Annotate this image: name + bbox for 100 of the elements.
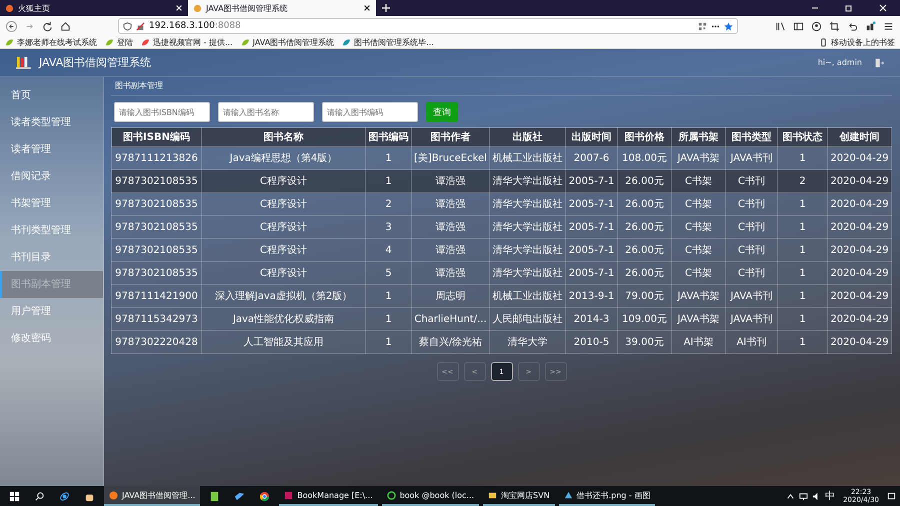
chevron-up-icon[interactable] (786, 492, 796, 500)
table-cell: 108.00元 (618, 146, 672, 170)
network-icon[interactable] (799, 492, 808, 500)
back-icon[interactable] (6, 20, 17, 32)
table-cell: 谭浩强 (412, 170, 490, 192)
table-row[interactable]: 9787302108535 C程序设计 2 谭浩强 清华大学出版社 2005-7-1 26.00元 C书架 C书刊 1 2020-04-29 (112, 192, 892, 216)
table-cell: 2020-04-29 (828, 262, 892, 284)
table-cell: C书刊 (726, 170, 778, 192)
notification-icon[interactable] (887, 492, 896, 500)
app-icon (386, 490, 396, 500)
search-field[interactable]: 请输入图书名称 (218, 102, 314, 122)
table-cell: 2005-7-1 (566, 192, 618, 216)
browser-tab[interactable]: JAVA图书借阅管理系统 (188, 0, 376, 16)
table-cell: 1 (366, 330, 412, 354)
table-cell: C书架 (672, 262, 726, 284)
table-cell: 26.00元 (618, 170, 672, 192)
table-row[interactable]: 9787115342973 Java性能优化权威指南 1 CharlieHunt/... 人民邮电出版社 2014-3 109.00元 JAVA书架 JAVA书刊 1 2020-04-29 (112, 308, 892, 330)
table-cell: C程序设计 (202, 170, 366, 192)
search-field[interactable]: 请输入图书ISBN编码 (114, 102, 210, 122)
column-header: 图书类型 (726, 128, 778, 146)
bookmark[interactable]: 李娜老师在线考试系统 (5, 36, 97, 48)
undo-icon[interactable] (847, 20, 858, 32)
table-cell: JAVA书刊 (726, 146, 778, 170)
table-cell: 26.00元 (618, 262, 672, 284)
input-method-indicator[interactable]: 中 (825, 489, 836, 503)
restore-icon[interactable] (844, 3, 854, 13)
table-cell: 清华大学 (490, 330, 566, 354)
bookmark-icon (342, 38, 352, 46)
shield-icon (123, 22, 132, 30)
extensions-icon[interactable] (865, 20, 876, 32)
table-cell: 39.00元 (618, 330, 672, 354)
table-cell: 蔡自兴/徐光祐 (412, 330, 490, 354)
taskbar-app[interactable]: 借书还书.png - 画图 (558, 486, 656, 506)
table-cell: 1 (778, 330, 828, 354)
address-bar[interactable]: 192.168.3.100:8088 (118, 18, 738, 34)
table-cell: 1 (778, 238, 828, 262)
table-cell: Java性能优化权威指南 (202, 308, 366, 330)
table-cell: 26.00元 (618, 216, 672, 238)
search-button[interactable]: 查询 (426, 102, 458, 122)
sidebar-item[interactable]: 首页 (0, 82, 103, 109)
table-cell: 9787302108535 (112, 238, 202, 262)
search-field[interactable]: 请输入图书编码 (322, 102, 418, 122)
column-header: 图书状态 (778, 128, 828, 146)
table-cell: 2007-6 (566, 146, 618, 170)
table-cell: C程序设计 (202, 192, 366, 216)
table-cell: Java编程思想（第4版） (202, 146, 366, 170)
table-cell: 9787302108535 (112, 170, 202, 192)
account-icon[interactable] (811, 20, 822, 32)
bookmark-icon (5, 38, 14, 46)
bookmark-icon (105, 38, 114, 46)
crop-icon[interactable] (829, 20, 840, 32)
phone-icon (819, 38, 828, 46)
table-cell: C书刊 (726, 262, 778, 284)
table-cell: 2020-04-29 (828, 308, 892, 330)
table-row[interactable]: 9787302108535 C程序设计 5 谭浩强 清华大学出版社 2005-7-1 26.00元 C书架 C书刊 1 2020-04-29 (112, 262, 892, 284)
table-cell: 人民邮电出版社 (490, 308, 566, 330)
qr-code-icon[interactable] (698, 22, 707, 30)
new-tab-icon[interactable] (381, 3, 391, 13)
bookmark[interactable]: 迅捷视频官网 - 提供... (141, 36, 233, 48)
sidebar-item[interactable]: 读者类型管理 (0, 109, 103, 136)
table-cell: 谭浩强 (412, 216, 490, 238)
menu-icon[interactable] (883, 20, 894, 32)
close-icon[interactable] (363, 4, 371, 12)
column-header: 图书编码 (366, 128, 412, 146)
column-header: 出版时间 (566, 128, 618, 146)
bookmark[interactable]: 图书借阅管理系统毕... (342, 36, 434, 48)
sidebar-icon[interactable] (793, 20, 804, 32)
reload-icon[interactable] (42, 20, 53, 32)
bookmark[interactable]: 登陆 (105, 36, 133, 48)
bookmark[interactable]: JAVA图书借阅管理系统 (240, 36, 334, 48)
column-header: 图书价格 (618, 128, 672, 146)
table-cell: 2005-7-1 (566, 238, 618, 262)
table-cell: 1 (366, 146, 412, 170)
taskbar-app[interactable]: BookManage [E:\... (279, 486, 378, 506)
table-row[interactable]: 9787302108535 C程序设计 1 谭浩强 清华大学出版社 2005-7-1 26.00元 C书架 C书刊 2 2020-04-29 (112, 170, 892, 192)
taskbar-app[interactable]: 淘宝网店SVN (483, 486, 555, 506)
logout-icon[interactable] (874, 58, 884, 68)
browser-tab[interactable]: 火狐主页 (0, 0, 188, 16)
table-row[interactable]: 9787302108535 C程序设计 4 谭浩强 清华大学出版社 2005-7-1 26.00元 C书架 C书刊 1 2020-04-29 (112, 238, 892, 262)
table-row[interactable]: 9787302108535 C程序设计 3 谭浩强 清华大学出版社 2005-7-1 26.00元 C书架 C书刊 1 2020-04-29 (112, 216, 892, 238)
star-icon[interactable] (724, 22, 733, 30)
table-cell: 1 (778, 308, 828, 330)
table-cell: 2005-7-1 (566, 262, 618, 284)
table-row[interactable]: 9787111421900 深入理解Java虚拟机（第2版） 1 周志明 机械工业出版社 2013-9-1 79.00元 JAVA书架 JAVA书刊 1 2020-04-29 (112, 284, 892, 308)
library-icon[interactable] (775, 20, 786, 32)
bookmark[interactable]: 移动设备上的书签 (819, 36, 895, 48)
table-row[interactable]: 9787302220428 人工智能及其应用 1 蔡自兴/徐光祐 清华大学 2010-5 39.00元 AI书架 AI书刊 1 2020-04-29 (112, 330, 892, 354)
table-cell: 1 (778, 146, 828, 170)
taskbar-app[interactable]: book @book (loc... (382, 486, 480, 506)
table-row[interactable]: 9787111213826 Java编程思想（第4版） 1 [美]BruceEckel 机械工业出版社 2007-6 108.00元 JAVA书架 JAVA书刊 1 2020-04-29 (112, 146, 892, 170)
taskbar-app[interactable]: JAVA图书借阅管理... (104, 486, 200, 506)
user-greeting: hi~, admin (818, 58, 862, 67)
table-cell: 9787302220428 (112, 330, 202, 354)
home-icon[interactable] (60, 20, 71, 32)
table-cell: 9787302108535 (112, 216, 202, 238)
tab-favicon-icon (193, 4, 202, 12)
table-cell: C程序设计 (202, 262, 366, 284)
table-cell: 2 (778, 170, 828, 192)
table-cell: 2020-04-29 (828, 284, 892, 308)
table-cell: 1 (366, 170, 412, 192)
